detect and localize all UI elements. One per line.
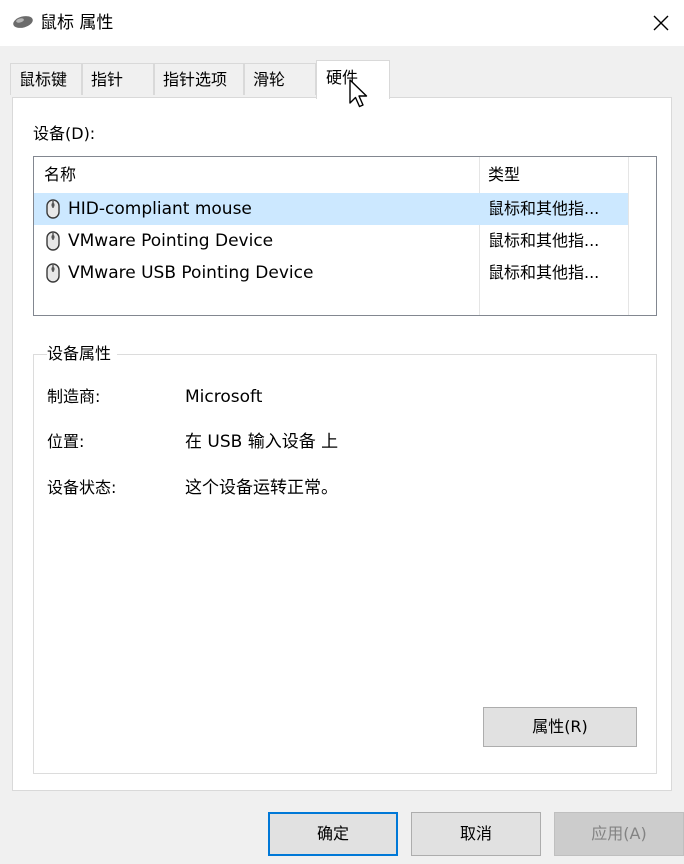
device-name: VMware USB Pointing Device xyxy=(68,263,314,283)
device-type: 鼠标和其他指... xyxy=(488,231,600,250)
column-header-name[interactable]: 名称 xyxy=(44,165,76,185)
status-value: 这个设备运转正常。 xyxy=(185,478,338,498)
tab-buttons[interactable]: 鼠标键 xyxy=(10,63,82,95)
mouse-icon xyxy=(46,199,60,219)
tab-pointer-options[interactable]: 指针选项 xyxy=(154,63,244,95)
cancel-button[interactable]: 取消 xyxy=(411,812,541,856)
hardware-panel: 设备(D): 名称 类型 HID-compliant mouse 鼠标和其他指.… xyxy=(12,97,672,791)
list-item[interactable]: HID-compliant mouse 鼠标和其他指... xyxy=(34,193,628,225)
close-icon xyxy=(653,15,669,31)
device-name: HID-compliant mouse xyxy=(68,199,252,219)
title-bar: 鼠标 属性 xyxy=(0,0,684,46)
status-label: 设备状态: xyxy=(47,478,117,497)
list-item[interactable]: VMware Pointing Device 鼠标和其他指... xyxy=(34,225,628,257)
mouse-icon xyxy=(13,16,33,28)
cursor-icon xyxy=(349,79,368,108)
devices-label: 设备(D): xyxy=(33,124,96,143)
mouse-icon xyxy=(46,231,60,251)
tab-label: 鼠标键 xyxy=(19,70,68,89)
tab-label: 滑轮 xyxy=(253,70,286,89)
close-button[interactable] xyxy=(638,0,684,46)
tab-label: 指针 xyxy=(91,70,124,89)
tab-label: 指针选项 xyxy=(163,70,228,89)
manufacturer-value: Microsoft xyxy=(185,387,263,407)
list-header: 名称 类型 xyxy=(34,157,656,193)
location-label: 位置: xyxy=(47,432,85,451)
device-list[interactable]: 名称 类型 HID-compliant mouse 鼠标和其他指... VMwa… xyxy=(33,156,657,316)
column-header-type[interactable]: 类型 xyxy=(488,165,520,185)
tab-strip: 鼠标键 指针 指针选项 滑轮 硬件 xyxy=(0,60,684,99)
group-title: 设备属性 xyxy=(47,343,118,365)
tab-wheel[interactable]: 滑轮 xyxy=(244,63,316,95)
device-type: 鼠标和其他指... xyxy=(488,199,600,218)
device-name: VMware Pointing Device xyxy=(68,231,274,251)
ok-button[interactable]: 确定 xyxy=(268,812,398,856)
manufacturer-label: 制造商: xyxy=(47,387,101,406)
device-type: 鼠标和其他指... xyxy=(488,263,600,282)
location-value: 在 USB 输入设备 上 xyxy=(185,432,339,452)
window-title: 鼠标 属性 xyxy=(40,13,114,33)
list-item[interactable]: VMware USB Pointing Device 鼠标和其他指... xyxy=(34,257,628,289)
properties-button[interactable]: 属性(R) xyxy=(483,707,637,747)
apply-button[interactable]: 应用(A) xyxy=(554,812,684,856)
mouse-icon xyxy=(46,263,60,283)
tab-pointers[interactable]: 指针 xyxy=(82,63,154,95)
